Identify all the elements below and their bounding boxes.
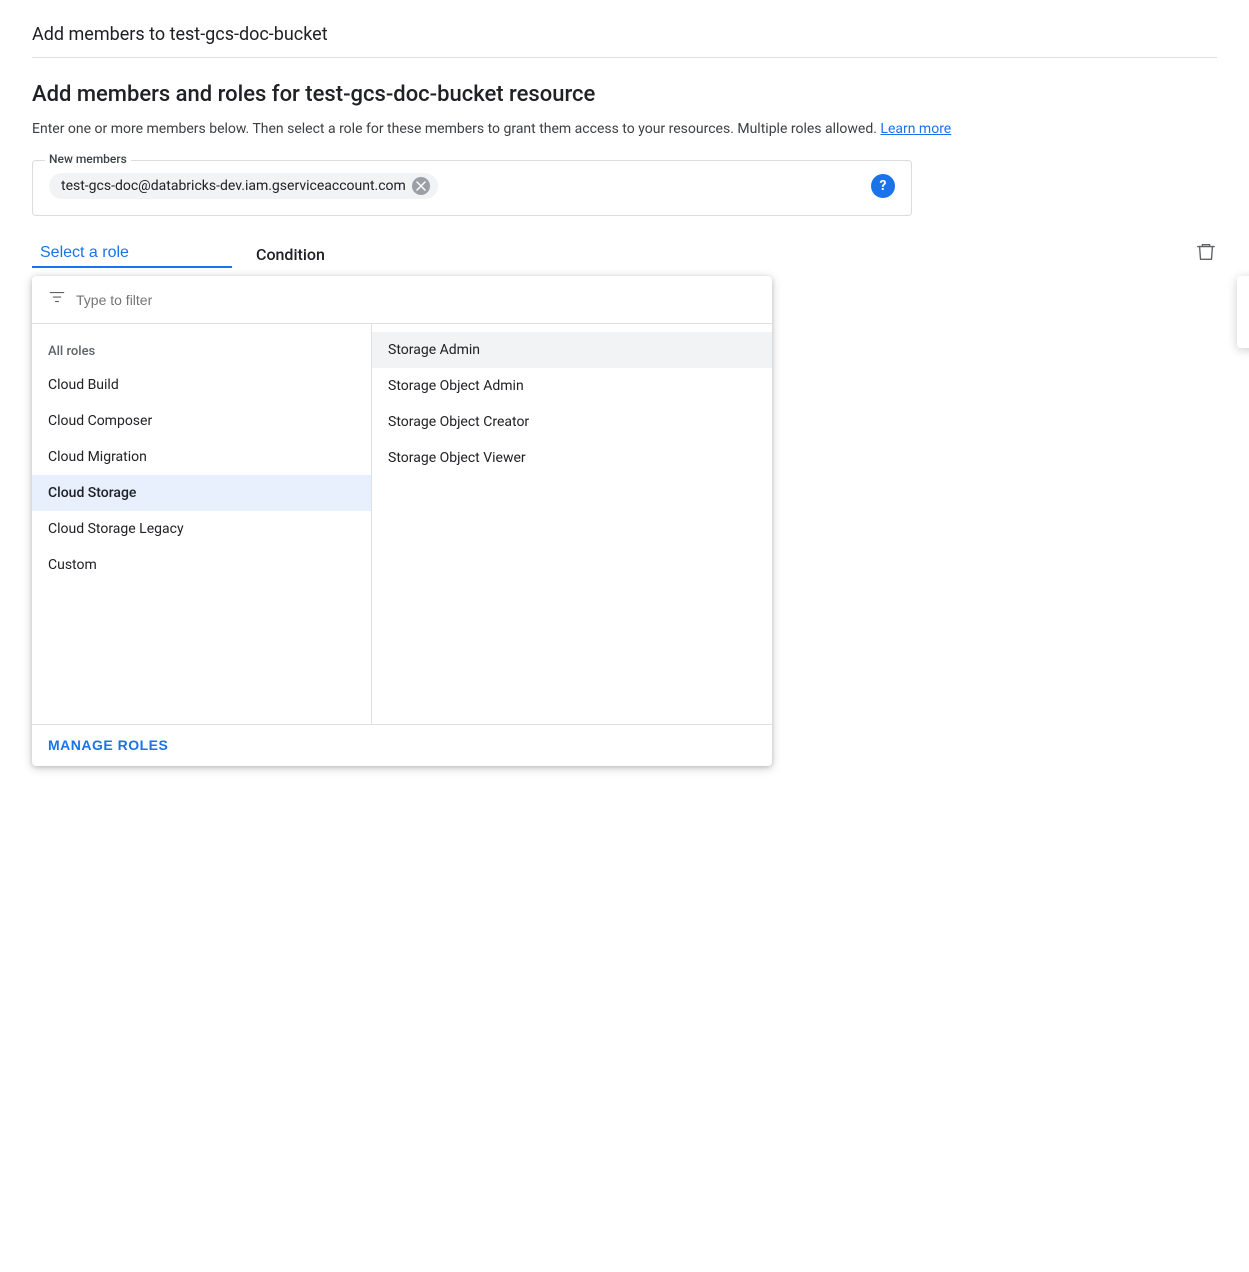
- right-panel-item-storage-object-viewer[interactable]: Storage Object Viewer: [372, 440, 772, 476]
- description-text: Enter one or more members below. Then se…: [32, 119, 1217, 140]
- role-row: Select a role Condition: [32, 240, 1217, 268]
- members-input-row: test-gcs-doc@databricks-dev.iam.gservice…: [49, 173, 895, 199]
- new-members-section: New members test-gcs-doc@databricks-dev.…: [32, 160, 912, 216]
- manage-roles-button[interactable]: MANAGE ROLES: [48, 737, 168, 753]
- members-label: New members: [45, 152, 131, 166]
- dropdown-body: All roles Cloud BuildCloud ComposerCloud…: [32, 324, 772, 724]
- left-panel-item-cloud-migration[interactable]: Cloud Migration: [32, 439, 371, 475]
- dropdown-footer: MANAGE ROLES: [32, 724, 772, 766]
- dropdown-panel: All roles Cloud BuildCloud ComposerCloud…: [32, 276, 772, 766]
- learn-more-link[interactable]: Learn more: [880, 121, 951, 137]
- role-section: Select a role Condition: [32, 240, 1217, 268]
- all-roles-label: All roles: [32, 336, 371, 367]
- right-panel: Storage AdminStorage Object AdminStorage…: [372, 324, 772, 724]
- condition-label: Condition: [256, 245, 325, 264]
- chip-email: test-gcs-doc@databricks-dev.iam.gservice…: [61, 178, 406, 194]
- member-chip: test-gcs-doc@databricks-dev.iam.gservice…: [49, 173, 438, 199]
- delete-role-button[interactable]: [1195, 241, 1217, 268]
- right-panel-item-storage-object-creator[interactable]: Storage Object Creator: [372, 404, 772, 440]
- left-panel-item-cloud-build[interactable]: Cloud Build: [32, 367, 371, 403]
- left-panel-item-custom[interactable]: Custom: [32, 547, 371, 583]
- left-panel-item-cloud-storage[interactable]: Cloud Storage: [32, 475, 371, 511]
- tooltip-card: Storage Admin Full control of GCS resour…: [1237, 276, 1249, 348]
- left-panel-item-cloud-storage-legacy[interactable]: Cloud Storage Legacy: [32, 511, 371, 547]
- left-panel-item-cloud-composer[interactable]: Cloud Composer: [32, 403, 371, 439]
- chip-close-button[interactable]: [412, 177, 430, 195]
- help-icon-button[interactable]: ?: [871, 174, 895, 198]
- filter-row: [32, 276, 772, 324]
- filter-input[interactable]: [76, 292, 756, 308]
- right-panel-item-storage-admin[interactable]: Storage Admin: [372, 332, 772, 368]
- select-role-label: Select a role: [40, 244, 129, 262]
- select-role-button[interactable]: Select a role: [32, 240, 232, 268]
- filter-icon: [48, 288, 66, 311]
- right-panel-item-storage-object-admin[interactable]: Storage Object Admin: [372, 368, 772, 404]
- left-panel: All roles Cloud BuildCloud ComposerCloud…: [32, 324, 372, 724]
- page-title: Add members to test-gcs-doc-bucket: [32, 24, 1217, 58]
- section-title: Add members and roles for test-gcs-doc-b…: [32, 82, 1217, 107]
